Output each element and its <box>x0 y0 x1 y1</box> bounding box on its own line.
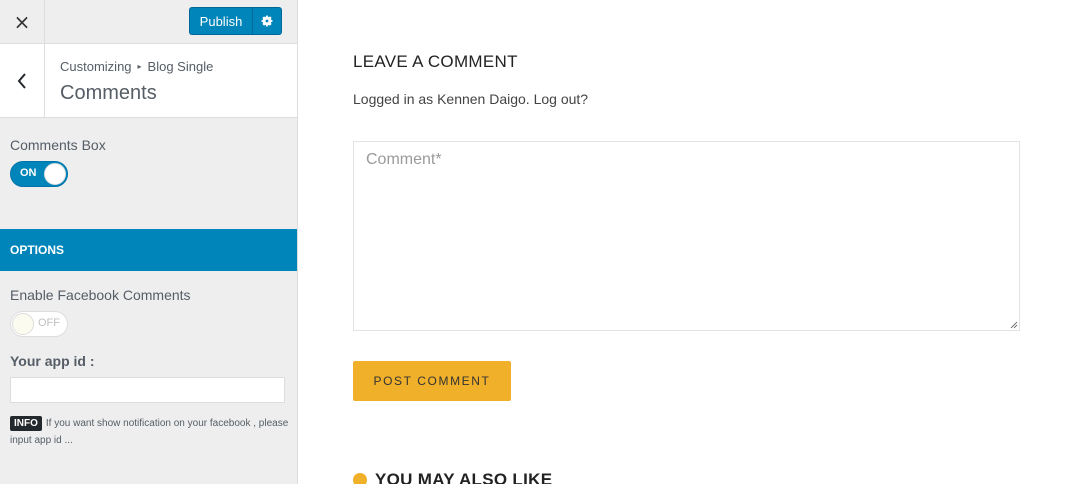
customizer-root: × Publish Customizing ▸ Blog Single Comm… <box>0 0 1070 484</box>
comment-textarea[interactable]: Comment* <box>353 141 1020 331</box>
comments-box-toggle-text: ON <box>20 167 37 179</box>
close-icon[interactable]: × <box>0 0 45 44</box>
facebook-comments-toggle[interactable]: OFF <box>10 311 68 337</box>
publish-button[interactable]: Publish <box>189 7 252 35</box>
comments-box-label: Comments Box <box>10 137 106 153</box>
comment-placeholder: Comment* <box>366 151 442 168</box>
facebook-comments-toggle-text: OFF <box>38 317 60 329</box>
facebook-comments-label: Enable Facebook Comments <box>10 287 191 303</box>
section-header: Customizing ▸ Blog Single Comments <box>0 44 297 118</box>
site-preview: LEAVE A COMMENT Logged in as Kennen Daig… <box>298 0 1070 484</box>
options-section-header: OPTIONS <box>0 229 297 271</box>
section-title: Comments <box>60 82 157 104</box>
info-badge: INFO <box>10 416 42 431</box>
chevron-left-icon <box>17 72 26 89</box>
post-comment-button[interactable]: POST COMMENT <box>353 361 511 401</box>
breadcrumb-root: Customizing <box>60 59 132 74</box>
toggle-knob <box>12 313 34 335</box>
publish-group: Publish <box>189 7 282 35</box>
app-id-label: Your app id : <box>10 353 95 369</box>
breadcrumb-separator-icon: ▸ <box>137 62 142 71</box>
customizer-sidebar: × Publish Customizing ▸ Blog Single Comm… <box>0 0 298 484</box>
breadcrumb-parent: Blog Single <box>147 59 214 74</box>
comments-box-toggle[interactable]: ON <box>10 161 68 187</box>
bullet-dot-icon <box>353 473 367 484</box>
back-button[interactable] <box>0 44 45 117</box>
toggle-knob <box>44 163 66 185</box>
may-also-like-text: YOU MAY ALSO LIKE <box>375 470 553 484</box>
customizer-header: × Publish <box>0 0 297 44</box>
app-id-input[interactable] <box>10 377 285 403</box>
gear-icon <box>261 15 273 27</box>
leave-comment-title: LEAVE A COMMENT <box>353 52 518 71</box>
may-also-like-heading: YOU MAY ALSO LIKE <box>353 470 552 484</box>
publish-settings-button[interactable] <box>252 7 282 35</box>
info-notice: INFO If you want show notification on you… <box>10 415 290 449</box>
info-text: If you want show notification on your fa… <box>10 418 289 446</box>
breadcrumb: Customizing ▸ Blog Single <box>60 59 213 74</box>
resize-grip-icon[interactable] <box>1010 321 1018 329</box>
logged-in-text[interactable]: Logged in as Kennen Daigo. Log out? <box>353 91 588 107</box>
